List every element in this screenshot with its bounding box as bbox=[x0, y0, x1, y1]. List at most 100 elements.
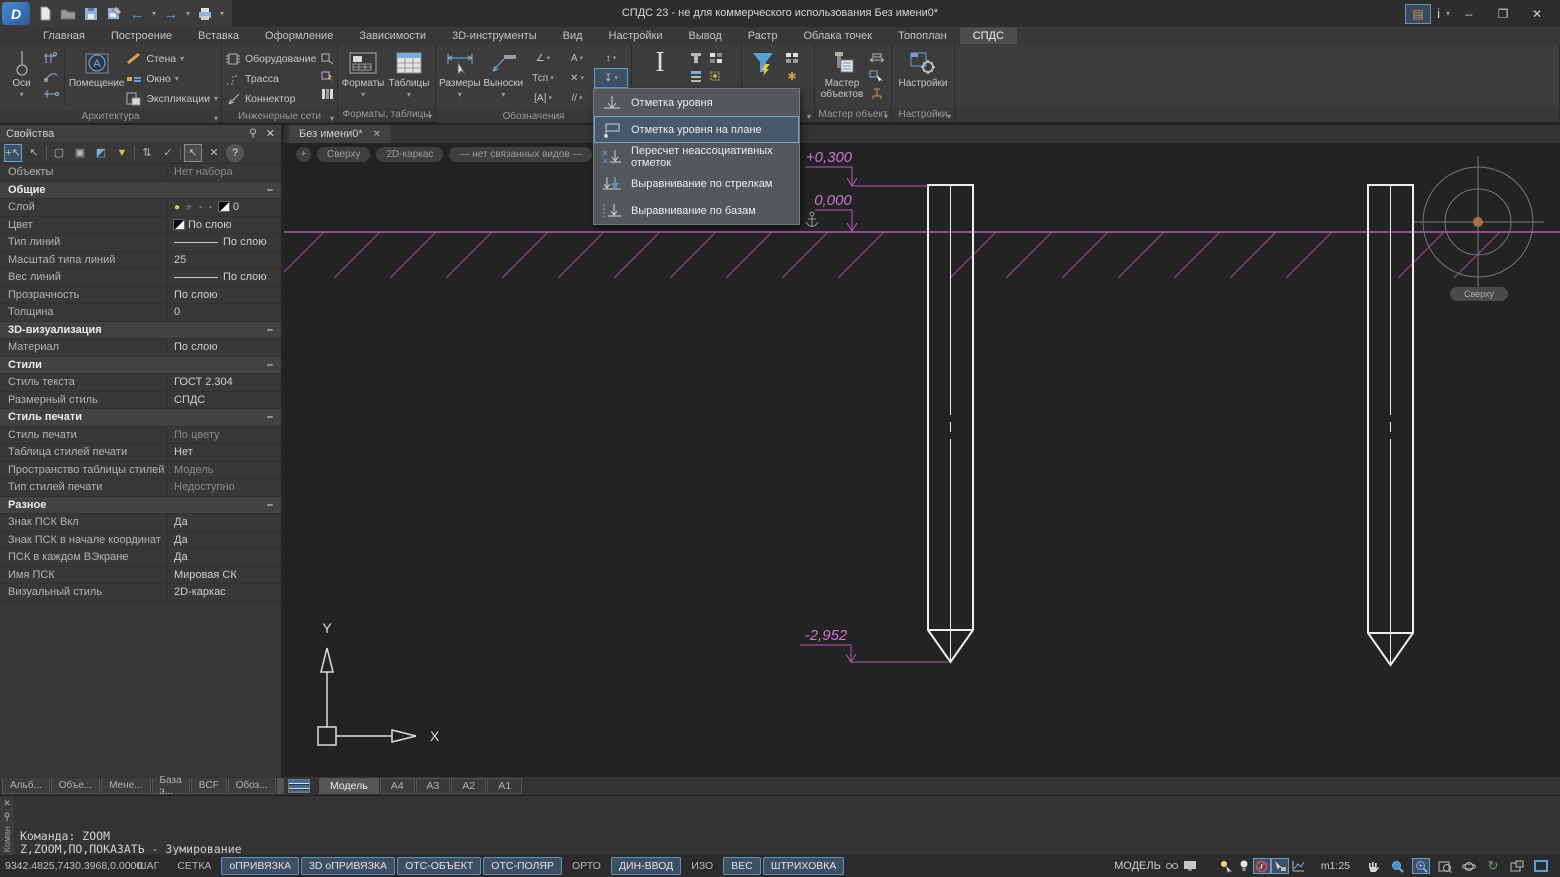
ribbon-tab[interactable]: Вывод bbox=[675, 27, 734, 44]
height-mark-icon[interactable]: A bbox=[560, 48, 594, 68]
property-row[interactable]: Размерный стиль СПДС bbox=[0, 392, 281, 410]
scale-indicator[interactable]: m1:25 bbox=[1321, 860, 1350, 872]
property-row[interactable]: Тип стилей печати Недоступно bbox=[0, 479, 281, 497]
layout-tab[interactable]: А4 bbox=[380, 778, 415, 794]
formats-button[interactable]: Форматы▾ bbox=[341, 46, 385, 100]
document-tab[interactable]: Без имени0* ✕ bbox=[289, 125, 391, 143]
drawing-canvas[interactable]: +0,300 0,000 -2,952 bbox=[284, 143, 1560, 777]
vertical-mark-icon[interactable]: ↕ bbox=[594, 48, 628, 68]
pan-hand-icon[interactable] bbox=[1364, 858, 1382, 874]
ribbon-tab[interactable]: Главная bbox=[30, 27, 98, 44]
clear-selection-icon[interactable]: ✕ bbox=[205, 144, 223, 162]
panel-label-engineering[interactable]: Инженерные сети▾ bbox=[222, 110, 337, 123]
annoscale-cursor-icon[interactable] bbox=[1217, 858, 1235, 874]
zoom-icon[interactable] bbox=[1388, 858, 1406, 874]
property-row[interactable]: Стиль текста ГОСТ 2.304 bbox=[0, 374, 281, 392]
ribbon-tab[interactable]: Вставка bbox=[185, 27, 252, 44]
profile-section-icon[interactable] bbox=[868, 86, 886, 102]
property-row[interactable]: 3D-визуализация bbox=[0, 322, 281, 340]
dimension-small-icon[interactable] bbox=[868, 50, 886, 66]
property-row[interactable]: Таблица стилей печати Нет bbox=[0, 444, 281, 462]
status-toggle[interactable]: ОТС-ОБЪЕКТ bbox=[397, 857, 481, 875]
zoom-object-icon[interactable] bbox=[1436, 858, 1454, 874]
help-icon[interactable]: ? bbox=[226, 144, 244, 162]
viewport-control-pill[interactable]: + bbox=[296, 147, 311, 162]
save-as-icon[interactable] bbox=[106, 6, 122, 22]
select-object-icon[interactable] bbox=[868, 68, 886, 84]
tools-grid-icon[interactable] bbox=[707, 50, 725, 66]
eng-copy-icon[interactable] bbox=[318, 50, 336, 66]
select-crossing-icon[interactable]: ▣ bbox=[71, 144, 89, 162]
app-logo-icon[interactable]: D bbox=[2, 2, 30, 25]
save-icon[interactable] bbox=[83, 6, 99, 22]
explication-button[interactable]: Экспликации▾ bbox=[126, 89, 218, 108]
maximize-button[interactable]: ❐ bbox=[1488, 3, 1518, 25]
pin-command-icon[interactable] bbox=[3, 812, 11, 821]
viewport-control-pill[interactable]: 2D-каркас bbox=[376, 147, 443, 162]
equipment-button[interactable]: Оборудование bbox=[225, 49, 316, 68]
side-panel-tab[interactable]: BCF bbox=[191, 778, 227, 794]
axes-button[interactable]: Оси▾ bbox=[3, 46, 40, 100]
side-panel-tab[interactable]: База э... bbox=[152, 778, 190, 794]
monitor-small-icon[interactable] bbox=[1181, 858, 1199, 874]
add-to-selection-icon[interactable]: +↖ bbox=[4, 144, 22, 162]
menu-item-level-mark[interactable]: Отметка уровня bbox=[594, 89, 799, 116]
angle-dimension-icon[interactable]: ∠ bbox=[526, 48, 560, 68]
property-row[interactable]: ПСК в каждом ВЭкране Да bbox=[0, 549, 281, 567]
redo-icon[interactable]: → bbox=[163, 6, 179, 22]
zoom-window-icon[interactable] bbox=[1412, 858, 1430, 874]
ribbon-tab[interactable]: Настройки bbox=[596, 27, 676, 44]
level-mark-icon[interactable]: ↧ bbox=[594, 68, 628, 88]
object-master-button[interactable]: Мастер объектов bbox=[818, 46, 866, 100]
special-text-icon[interactable]: Тсп bbox=[526, 68, 560, 88]
new-document-icon[interactable] bbox=[37, 6, 53, 22]
elevation-mark-top[interactable] bbox=[805, 167, 928, 186]
property-row[interactable]: Разное bbox=[0, 497, 281, 515]
leaders-button[interactable]: Выноски▾ bbox=[483, 46, 524, 100]
ribbon-tab[interactable]: СПДС bbox=[960, 27, 1017, 44]
property-row[interactable]: Объекты Нет набора bbox=[0, 164, 281, 182]
status-toggle[interactable]: ШАГ bbox=[129, 857, 167, 875]
property-row[interactable]: Стили bbox=[0, 357, 281, 375]
orbit-icon[interactable] bbox=[1460, 858, 1478, 874]
move-selection-icon[interactable]: ⇅ bbox=[138, 144, 156, 162]
viewport-control-pill[interactable]: — нет связанных видов — bbox=[449, 147, 592, 162]
property-row[interactable]: Стиль печати bbox=[0, 409, 281, 427]
select-window-icon[interactable]: ▢ bbox=[50, 144, 68, 162]
layout-tab[interactable]: А2 bbox=[451, 778, 486, 794]
panel-label-architecture[interactable]: Архитектура▾ bbox=[0, 110, 221, 123]
star-bolt-icon[interactable]: ✱ bbox=[783, 68, 801, 84]
regen-icon[interactable]: ↻ bbox=[1484, 858, 1502, 874]
undo-dropdown-icon[interactable]: ▾ bbox=[152, 9, 156, 18]
ribbon-tab[interactable]: Вид bbox=[550, 27, 596, 44]
profile-top-icon[interactable] bbox=[687, 50, 705, 66]
property-row[interactable]: Цвет По слою bbox=[0, 217, 281, 235]
close-button[interactable]: ✕ bbox=[1522, 3, 1552, 25]
viewport-lock-icon[interactable] bbox=[1508, 858, 1526, 874]
side-panel-tab[interactable]: Альб... bbox=[2, 778, 50, 794]
filter-button[interactable] bbox=[745, 46, 781, 78]
panel-label-settings[interactable]: Настройки▾ bbox=[892, 108, 954, 122]
axes-horizontal-icon[interactable] bbox=[42, 86, 60, 102]
viewport-control-pill[interactable]: Сверху bbox=[317, 147, 370, 162]
axes-arc-icon[interactable] bbox=[42, 68, 60, 84]
annotation-link-icon[interactable] bbox=[1163, 858, 1181, 874]
status-toggle[interactable]: ДИН-ВВОД bbox=[611, 857, 681, 875]
eng-bolt-icon[interactable] bbox=[318, 68, 336, 84]
window-button[interactable]: Окно▾ bbox=[126, 69, 218, 88]
ribbon-tab[interactable]: Зависимости bbox=[346, 27, 439, 44]
settings-button[interactable]: Настройки bbox=[897, 46, 949, 89]
layout-tab[interactable]: А1 bbox=[487, 778, 522, 794]
command-area[interactable]: Команда: ZOOMZ,ZOOM,ПО,ПОКАЗАТЬ - Зумиро… bbox=[14, 796, 1560, 855]
ribbon-tab[interactable]: Оформление bbox=[252, 27, 346, 44]
layout-tab[interactable]: Модель bbox=[319, 778, 379, 794]
status-toggle[interactable]: ИЗО bbox=[683, 857, 721, 875]
menu-item-recalc-marks[interactable]: Пересчет неассоциативных отметок bbox=[594, 143, 799, 170]
profile-stack-icon[interactable] bbox=[687, 68, 705, 84]
panel-label-master[interactable]: Мастер объект▾ bbox=[815, 108, 891, 122]
menu-item-level-mark-plan[interactable]: Отметка уровня на плане bbox=[594, 116, 799, 143]
pile-1[interactable] bbox=[928, 185, 973, 662]
close-command-icon[interactable]: ✕ bbox=[3, 798, 11, 809]
status-toggle[interactable]: 3D оПРИВЯЗКА bbox=[301, 857, 395, 875]
room-button[interactable]: A Помещение bbox=[69, 46, 125, 89]
